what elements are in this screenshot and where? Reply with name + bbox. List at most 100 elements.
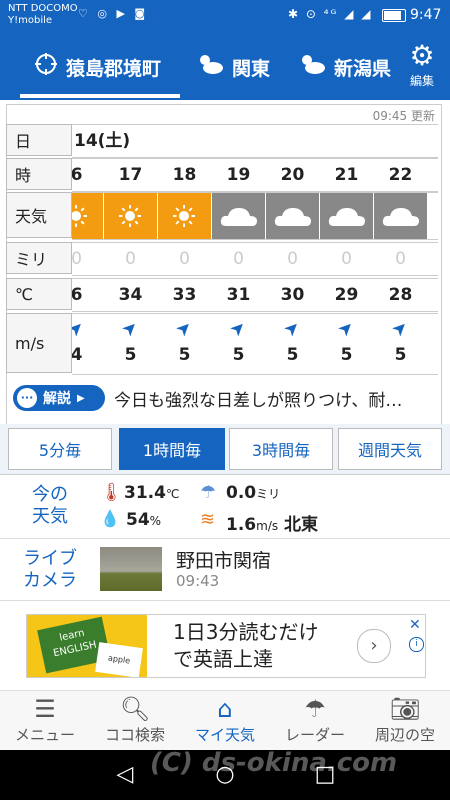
rain-cell: 0: [287, 249, 298, 269]
wind-cell: ➤ 5: [158, 316, 211, 368]
umbrella-icon: ☂: [304, 695, 326, 723]
nav-search[interactable]: 🔍︎ ココ検索: [90, 691, 180, 751]
live-camera[interactable]: ライブ カメラ 野田市関宿 09:43: [0, 540, 450, 601]
camera-thumbnail[interactable]: [100, 547, 162, 591]
nav-label: メニュー: [14, 726, 75, 744]
location-tab-kanto[interactable]: 関東: [196, 34, 270, 100]
location-name: 関東: [232, 57, 271, 80]
wind-direction: 北東: [284, 515, 319, 535]
rain-cloud-icon: ☂: [200, 482, 217, 503]
wind-cell: ➤ 5: [320, 316, 373, 368]
carrier-info: NTT DOCOMO Y!mobile: [8, 3, 78, 27]
row-label-hour: 時: [6, 158, 72, 190]
rain-cell: 0: [233, 249, 244, 269]
gear-icon: ⚙: [409, 39, 435, 72]
location-header: 猿島郡境町 関東 新潟県 ⚙ 編集: [0, 34, 450, 100]
partly-sunny-icon: [298, 52, 326, 82]
rain-cell: 0: [341, 249, 352, 269]
humidity-unit: %: [149, 514, 162, 528]
rain-cell: 0: [179, 249, 190, 269]
ad-image[interactable]: learn ENGLISH apple: [27, 615, 147, 677]
updated-time: 09:45 更新: [372, 109, 435, 123]
hour-cell: 18: [172, 165, 197, 185]
current-weather-label: 今の 天気: [32, 484, 68, 527]
weather-cell: [320, 193, 373, 239]
carrier-line1: NTT DOCOMO: [8, 3, 78, 14]
ad-banner[interactable]: learn ENGLISH apple 1日3分読むだけ で英語上達 › ✕ i: [26, 614, 426, 678]
hour-cell: 17: [118, 165, 143, 185]
row-label-weather: 天気: [6, 192, 72, 238]
temp-value: 31.4: [124, 483, 166, 503]
weather-cell: [374, 193, 427, 239]
row-weather: [72, 192, 438, 240]
tab-5min[interactable]: 5分毎: [8, 428, 112, 470]
sun-icon: [72, 205, 87, 227]
nav-menu[interactable]: ☰ メニュー: [0, 691, 90, 751]
cloud-icon: [328, 208, 365, 226]
nav-nearby-sky[interactable]: 📷︎ 周辺の空: [360, 691, 450, 751]
rain-amount: 0.0: [226, 483, 257, 503]
humidity-amount: 54: [126, 510, 150, 530]
weather-cell: [104, 193, 157, 239]
wind-speed: 1.6: [226, 515, 257, 535]
menu-icon: ☰: [34, 695, 56, 723]
location-name: 新潟県: [334, 57, 392, 80]
temp-unit: ℃: [165, 487, 180, 501]
weather-cell: [266, 193, 319, 239]
system-status-icons: ✱ ⊙ ⁴ᴳ ◢ ◢: [288, 7, 373, 21]
camera-time: 09:43: [176, 572, 220, 590]
search-icon: 🔍︎: [119, 695, 151, 723]
edit-label: 編集: [409, 74, 434, 88]
status-clock: 9:47: [410, 7, 442, 23]
hour-cell: 19: [226, 165, 251, 185]
wind-icon: ≋: [200, 509, 216, 530]
temperature-value: 31.4℃: [124, 483, 179, 503]
location-tab-niigata[interactable]: 新潟県: [298, 34, 394, 100]
explain-label: 解説: [43, 391, 71, 407]
rain-unit: ミリ: [256, 487, 281, 501]
explain-button[interactable]: ··· 解説 ▶: [13, 385, 105, 411]
info-icon[interactable]: i: [409, 637, 424, 652]
hour-cell: 20: [280, 165, 305, 185]
crosshair-icon: [34, 52, 58, 82]
chevron-right-icon: ▶: [77, 392, 85, 404]
status-bar: NTT DOCOMO Y!mobile ♡ ◎ ▶ ◙ ✱ ⊙ ⁴ᴳ ◢ ◢ 9…: [0, 0, 450, 34]
close-icon[interactable]: ✕: [409, 617, 421, 633]
wind-unit: m/s: [256, 519, 279, 533]
cloud-icon: [274, 208, 311, 226]
edit-button[interactable]: ⚙ 編集: [400, 40, 444, 96]
current-weather[interactable]: 今の 天気 🌡 31.4℃ ☂ 0.0ミリ 💧 54% ≋ 1.6m/s 北東: [0, 476, 450, 539]
temp-cell: 33: [172, 285, 197, 305]
watermark: (C) ds-okina.com: [150, 748, 398, 778]
tab-hourly[interactable]: 1時間毎: [119, 428, 225, 470]
live-camera-label: ライブ カメラ: [23, 548, 77, 591]
nav-label: レーダー: [284, 726, 345, 744]
location-name: 猿島郡境町: [66, 57, 162, 80]
location-tab-current[interactable]: 猿島郡境町: [34, 34, 161, 100]
explain-text[interactable]: 今日も強烈な日差しが照りつけ、耐…: [114, 386, 444, 411]
sun-icon: [173, 205, 195, 227]
sun-icon: [119, 205, 141, 227]
weather-cell: [72, 193, 103, 239]
tab-weekly[interactable]: 週間天気: [338, 428, 442, 470]
tab-3hour[interactable]: 3時間毎: [229, 428, 333, 470]
notification-icons: ♡ ◎ ▶ ◙: [78, 7, 149, 20]
temp-cell: 29: [334, 285, 359, 305]
row-temp: 6 34 33 31 30 29 28: [72, 278, 438, 312]
wind-cell: ➤ 5: [266, 316, 319, 368]
hour-cell: 22: [388, 165, 413, 185]
weather-cell: [158, 193, 211, 239]
back-icon[interactable]: ◁: [95, 750, 155, 800]
wind-value: 1.6m/s 北東: [226, 510, 318, 535]
rain-cell: 0: [72, 249, 82, 269]
ad-arrow-button[interactable]: ›: [357, 629, 391, 663]
wind-cell: ➤ 5: [374, 316, 427, 368]
row-label-temp: ℃: [6, 278, 72, 310]
temp-cell: 6: [72, 279, 103, 311]
humidity-icon: 💧: [100, 509, 120, 528]
wind-cell: ➤ 5: [212, 316, 265, 368]
nav-my-weather[interactable]: ⌂ マイ天気: [180, 691, 270, 751]
rain-value: 0.0ミリ: [226, 483, 280, 503]
nav-radar[interactable]: ☂ レーダー: [270, 691, 360, 751]
nav-label: マイ天気: [194, 726, 255, 744]
